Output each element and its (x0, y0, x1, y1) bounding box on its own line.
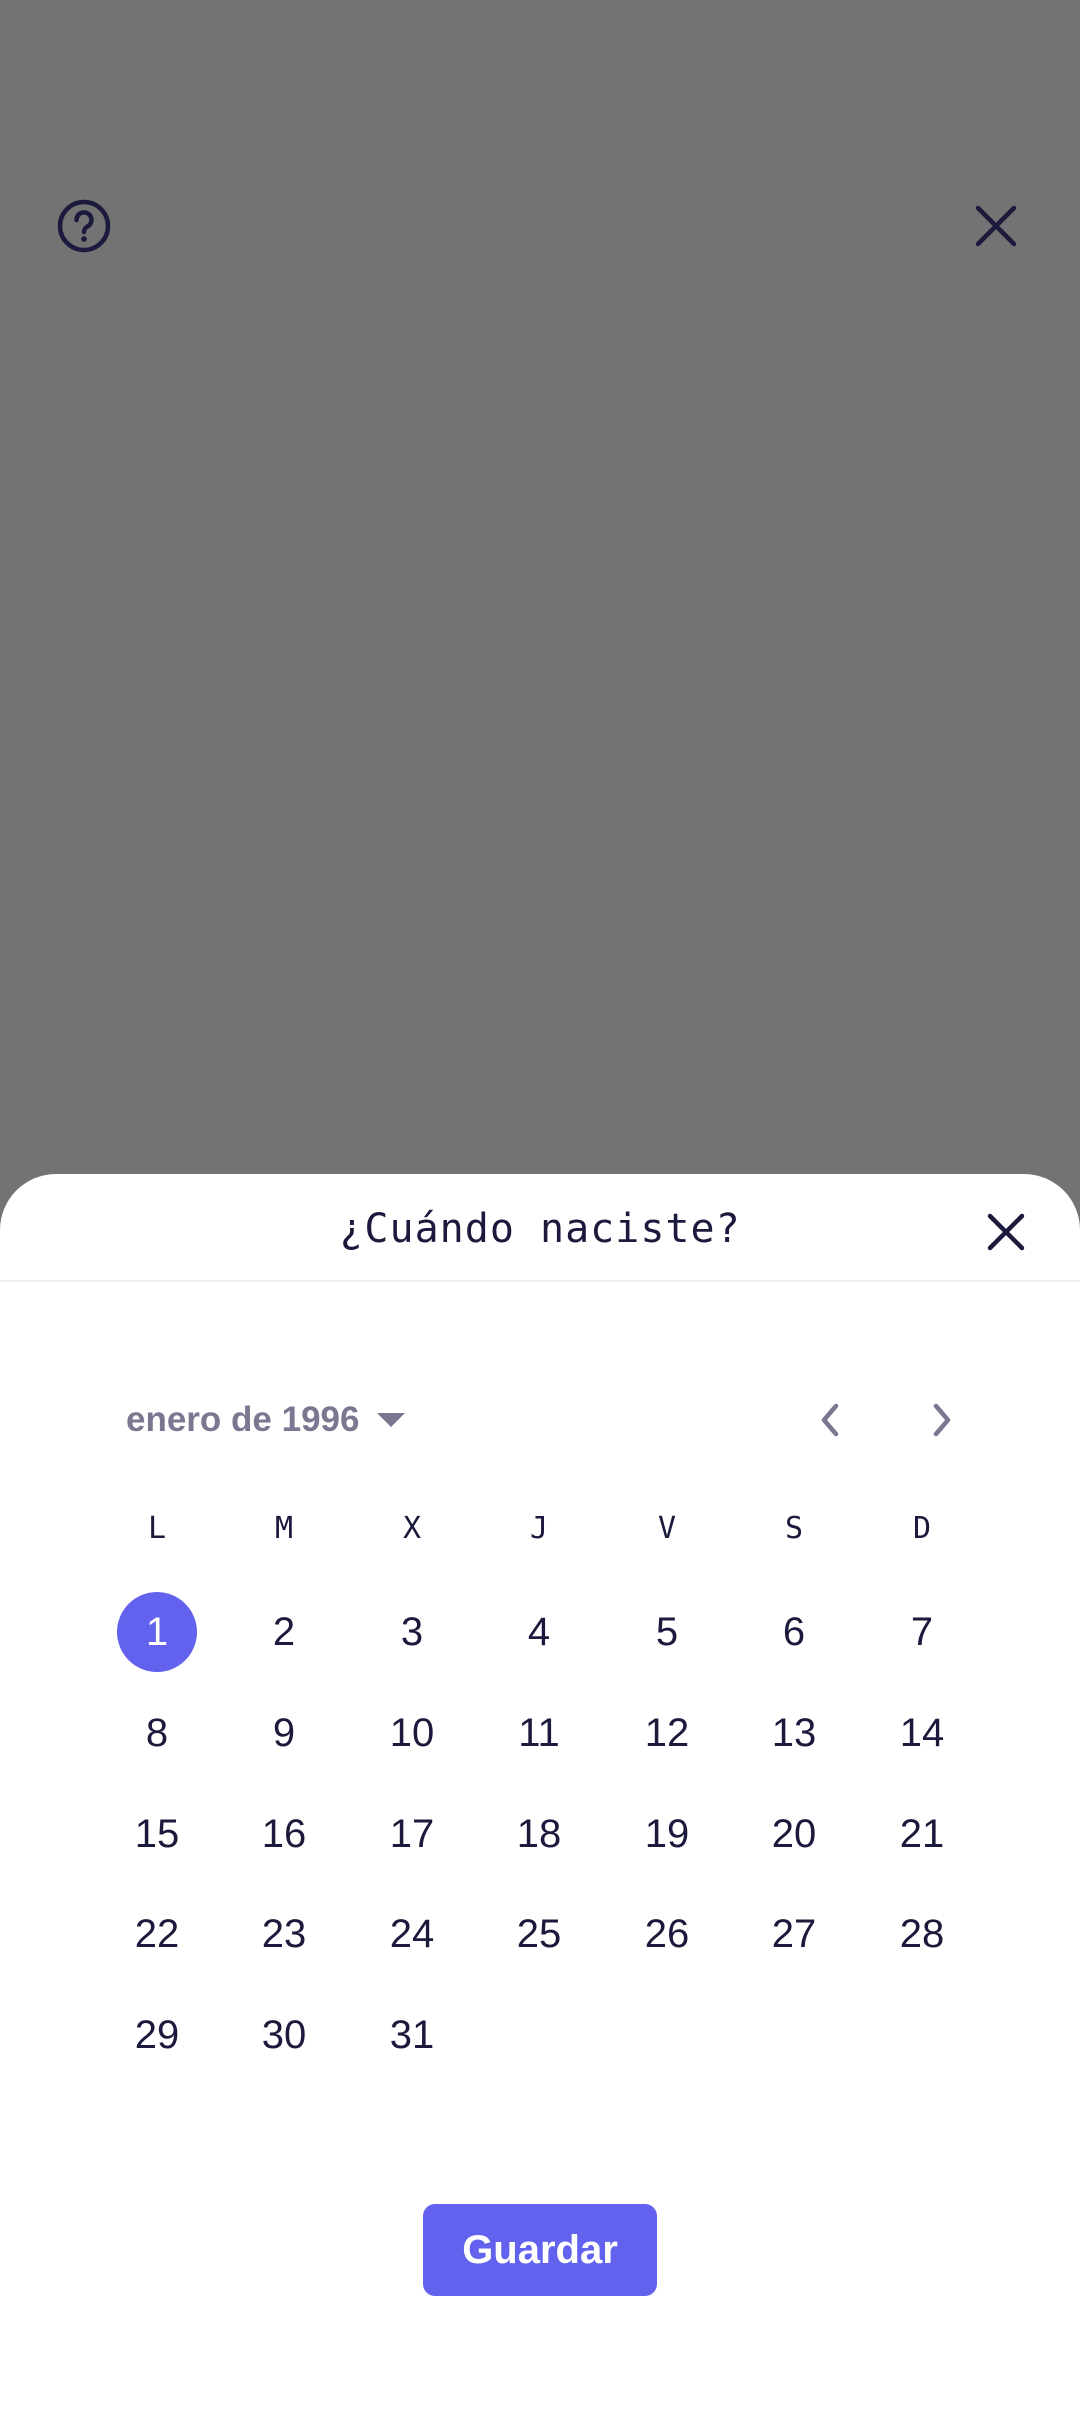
calendar-day[interactable]: 7 (882, 1592, 962, 1672)
birthdate-bottom-sheet: ¿Cuándo naciste? enero de 1996 L M X J V… (0, 1174, 1080, 2424)
calendar-day[interactable]: 27 (754, 1894, 834, 1974)
month-year-dropdown[interactable]: enero de 1996 (126, 1390, 406, 1450)
calendar-day[interactable]: 28 (882, 1894, 962, 1974)
help-circle-icon (57, 199, 111, 253)
calendar-day[interactable]: 3 (372, 1592, 452, 1672)
calendar-day[interactable]: 13 (754, 1693, 834, 1773)
calendar-day[interactable]: 5 (627, 1592, 707, 1672)
sheet-close-button[interactable] (966, 1192, 1046, 1272)
next-month-button[interactable] (902, 1380, 982, 1460)
calendar-day[interactable]: 25 (499, 1894, 579, 1974)
chevron-left-icon (821, 1403, 839, 1437)
calendar-day[interactable]: 23 (244, 1894, 324, 1974)
chevron-right-icon (933, 1403, 951, 1437)
calendar-day[interactable]: 15 (117, 1794, 197, 1874)
weekday-label: X (402, 1511, 422, 1546)
calendar-day[interactable]: 4 (499, 1592, 579, 1672)
weekday-label: V (657, 1511, 677, 1546)
calendar-day[interactable]: 29 (117, 1995, 197, 2075)
save-button[interactable]: Guardar (423, 2204, 657, 2296)
weekday-label: L (147, 1511, 167, 1546)
calendar-day[interactable]: 6 (754, 1592, 834, 1672)
calendar-day[interactable]: 19 (627, 1794, 707, 1874)
calendar-day[interactable]: 21 (882, 1794, 962, 1874)
calendar-day[interactable]: 10 (372, 1693, 452, 1773)
close-icon (975, 205, 1017, 247)
previous-month-button[interactable] (790, 1380, 870, 1460)
calendar-day[interactable]: 11 (499, 1693, 579, 1773)
calendar-day[interactable]: 18 (499, 1794, 579, 1874)
calendar-day[interactable]: 14 (882, 1693, 962, 1773)
weekday-label: S (784, 1511, 804, 1546)
calendar-day[interactable]: 9 (244, 1693, 324, 1773)
weekday-label: M (274, 1511, 294, 1546)
sheet-header: ¿Cuándo naciste? (0, 1174, 1080, 1282)
month-year-label: enero de 1996 (126, 1400, 360, 1439)
sheet-title: ¿Cuándo naciste? (339, 1206, 741, 1252)
calendar-day-selected[interactable]: 1 (117, 1592, 197, 1672)
calendar-day[interactable]: 20 (754, 1794, 834, 1874)
calendar-day[interactable]: 22 (117, 1894, 197, 1974)
weekday-label: J (529, 1511, 549, 1546)
help-button[interactable] (44, 186, 124, 266)
weekday-label: D (912, 1511, 932, 1546)
calendar-day[interactable]: 31 (372, 1995, 452, 2075)
close-icon (987, 1213, 1025, 1251)
calendar-day[interactable]: 12 (627, 1693, 707, 1773)
calendar-day[interactable]: 8 (117, 1693, 197, 1773)
close-button[interactable] (956, 186, 1036, 266)
calendar-day[interactable]: 17 (372, 1794, 452, 1874)
calendar-day[interactable]: 26 (627, 1894, 707, 1974)
calendar-day[interactable]: 30 (244, 1995, 324, 2075)
caret-down-icon (377, 1413, 406, 1427)
calendar-day[interactable]: 16 (244, 1794, 324, 1874)
calendar-day[interactable]: 2 (244, 1592, 324, 1672)
calendar-day[interactable]: 24 (372, 1894, 452, 1974)
